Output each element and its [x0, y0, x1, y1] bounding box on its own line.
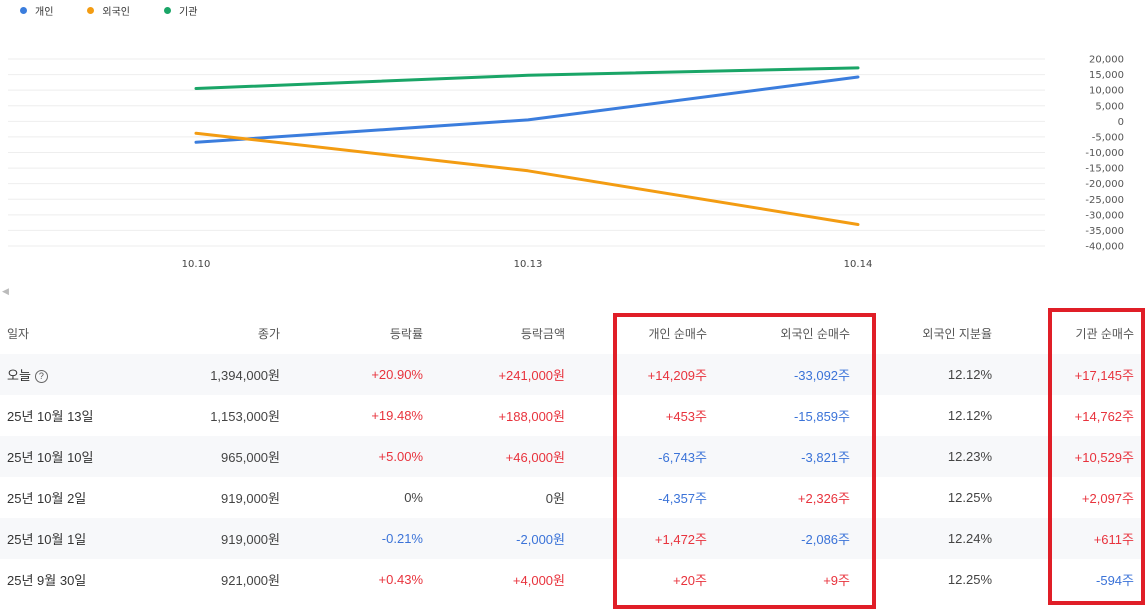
cell-close-text: 1,153,000원	[210, 409, 280, 424]
col-header-rate: 등락률	[389, 326, 423, 341]
cell-rate: +0.43%	[280, 559, 423, 600]
cell-amount: +188,000원	[423, 395, 565, 436]
cell-rate-text: 0%	[404, 490, 423, 505]
cell-amount-text: +46,000원	[505, 450, 565, 465]
y-tick-label: -30,000	[1085, 210, 1124, 221]
scroll-left-icon[interactable]: ◀	[2, 287, 9, 297]
highlight-box-institution	[1048, 308, 1145, 605]
cell-date-text: 25년 10월 13일	[7, 409, 94, 424]
x-tick-label: 10.10	[182, 259, 211, 270]
cell-share-text: 12.25%	[947, 572, 992, 587]
cell-close: 919,000원	[140, 477, 280, 518]
y-tick-label: -35,000	[1085, 226, 1124, 237]
y-tick-label: 20,000	[1089, 55, 1124, 66]
cell-share-text: 12.25%	[947, 490, 992, 505]
cell-date-text: 25년 10월 10일	[7, 450, 94, 465]
cell-amount-text: +241,000원	[498, 368, 565, 383]
cell-amount-text: -2,000원	[516, 532, 565, 547]
cell-amount: +241,000원	[423, 354, 565, 395]
cell-amount: +4,000원	[423, 559, 565, 600]
cell-close-text: 965,000원	[221, 450, 280, 465]
cell-close: 1,153,000원	[140, 395, 280, 436]
cell-date: 25년 10월 2일	[0, 477, 140, 518]
cell-date-text: 25년 10월 2일	[7, 491, 87, 506]
y-tick-label: 15,000	[1089, 70, 1124, 81]
cell-date: 25년 9월 30일	[0, 559, 140, 600]
table-header-row: 일자 종가 등락률 등락금액 개인 순매수 외국인 순매수 외국인 지분율 기관…	[0, 312, 1145, 354]
cell-date: 25년 10월 10일	[0, 436, 140, 477]
cell-date: 25년 10월 13일	[0, 395, 140, 436]
cell-close: 919,000원	[140, 518, 280, 559]
help-icon[interactable]: ?	[34, 370, 48, 383]
cell-amount-text: +188,000원	[498, 409, 565, 424]
y-tick-label: 0	[1118, 117, 1124, 128]
cell-close: 1,394,000원	[140, 354, 280, 395]
cell-rate-text: +0.43%	[378, 572, 423, 587]
col-header-amount: 등락금액	[520, 326, 565, 341]
x-tick-label: 10.13	[514, 259, 543, 270]
cell-share-text: 12.23%	[947, 449, 992, 464]
y-tick-label: 10,000	[1089, 86, 1124, 97]
cell-close-text: 921,000원	[221, 573, 280, 588]
cell-share-text: 12.12%	[947, 367, 992, 382]
cell-rate-text: -0.21%	[381, 531, 423, 546]
y-tick-label: -25,000	[1085, 195, 1124, 206]
cell-close: 965,000원	[140, 436, 280, 477]
table-row[interactable]: 25년 10월 2일 919,000원 0% 0원 -4,357주 +2,326주 12.2…	[0, 477, 1145, 518]
table-row[interactable]: 25년 10월 1일 919,000원 -0.21% -2,000원 +1,472주 -2…	[0, 518, 1145, 559]
series-line-2[interactable]	[194, 66, 860, 90]
cell-close-text: 919,000원	[221, 532, 280, 547]
y-tick-label: -5,000	[1092, 132, 1124, 143]
cell-rate-text: +5.00%	[378, 449, 423, 464]
table-row[interactable]: 25년 9월 30일 921,000원 +0.43% +4,000원 +20주 +9주 12…	[0, 559, 1145, 600]
y-tick-label: -15,000	[1085, 164, 1124, 175]
cell-close: 921,000원	[140, 559, 280, 600]
cell-rate: 0%	[280, 477, 423, 518]
cell-date: 25년 10월 1일	[0, 518, 140, 559]
cell-rate: +19.48%	[280, 395, 423, 436]
cell-amount-text: +4,000원	[512, 573, 565, 588]
table-row[interactable]: 25년 10월 13일 1,153,000원 +19.48% +188,000원 +45…	[0, 395, 1145, 436]
cell-rate: +5.00%	[280, 436, 423, 477]
cell-rate-text: +19.48%	[371, 408, 423, 423]
cell-date-text: 오늘	[7, 368, 31, 383]
highlight-box-individual-foreign	[613, 313, 876, 609]
cell-amount: -2,000원	[423, 518, 565, 559]
col-header-close: 종가	[257, 326, 280, 341]
table-row[interactable]: 25년 10월 10일 965,000원 +5.00% +46,000원 -6,743주…	[0, 436, 1145, 477]
cell-date: 오늘?	[0, 354, 140, 395]
y-tick-label: -10,000	[1085, 148, 1124, 159]
y-tick-label: -20,000	[1085, 179, 1124, 190]
cell-date-text: 25년 9월 30일	[7, 573, 87, 588]
cell-amount: 0원	[423, 477, 565, 518]
trading-table: 일자 종가 등락률 등락금액 개인 순매수 외국인 순매수 외국인 지분율 기관…	[0, 312, 1145, 600]
cell-amount-text: 0원	[545, 491, 565, 506]
cell-rate: -0.21%	[280, 518, 423, 559]
cell-close-text: 1,394,000원	[210, 368, 280, 383]
y-tick-label: -40,000	[1085, 242, 1124, 253]
x-tick-label: 10.14	[844, 259, 873, 270]
series-line-0[interactable]	[194, 75, 860, 144]
cell-rate: +20.90%	[280, 354, 423, 395]
cell-share-text: 12.24%	[947, 531, 992, 546]
table-row[interactable]: 오늘? 1,394,000원 +20.90% +241,000원 +14,209주 -33…	[0, 354, 1145, 395]
series-line-1[interactable]	[194, 131, 860, 226]
net-buying-line-chart: 20,000 15,000 10,000 5,000 0 -5,000 -10,000 -15…	[8, 55, 1124, 270]
col-header-date: 일자	[7, 326, 30, 341]
cell-close-text: 919,000원	[221, 491, 280, 506]
cell-rate-text: +20.90%	[371, 367, 423, 382]
cell-amount: +46,000원	[423, 436, 565, 477]
cell-date-text: 25년 10월 1일	[7, 532, 87, 547]
y-tick-label: 5,000	[1095, 101, 1124, 112]
cell-share-text: 12.12%	[947, 408, 992, 423]
